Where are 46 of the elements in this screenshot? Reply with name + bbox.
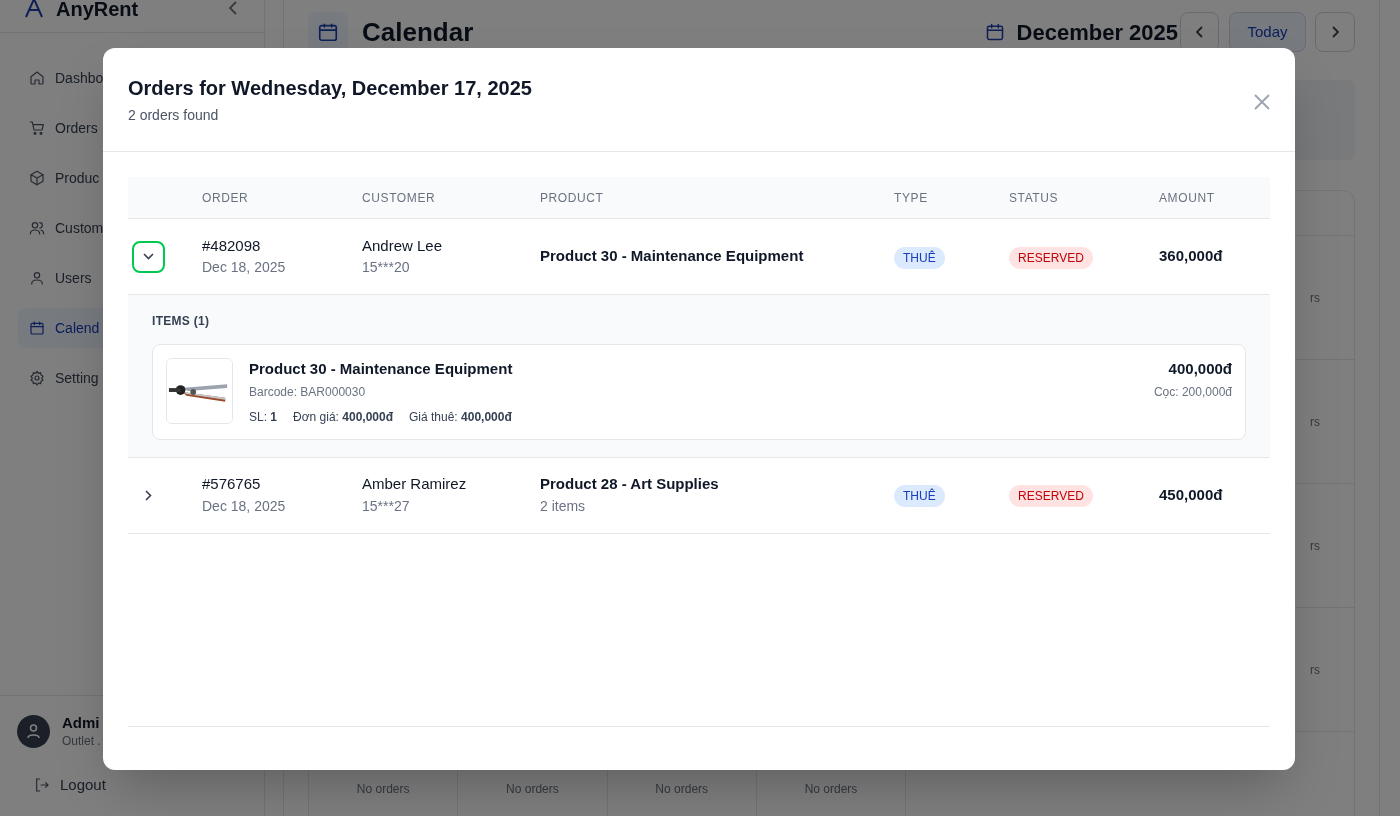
product-note: 2 items [540,496,587,516]
column-header: CUSTOMER [362,189,437,207]
item-quantity: SL: 1 [249,408,278,426]
status-badge: RESERVED [1009,485,1093,507]
empty-day-text: rs [1310,413,1320,431]
item-unit-price: Đơn giá: 400,000đ [293,408,393,426]
product-name: Product 28 - Art Supplies [540,474,720,495]
app-name: AnyRent [56,0,139,21]
item-total: 400,000đ [1168,359,1232,379]
page-title: Calendar [362,15,474,49]
type-badge: THUÊ [894,485,945,507]
type-badge: THUÊ [894,246,945,269]
customer-phone: 15***27 [362,496,411,516]
empty-day-text: No orders [655,781,709,798]
column-header: TYPE [894,189,929,207]
empty-day-text: rs [1310,289,1320,307]
item-barcode: Barcode: BAR000030 [249,383,367,401]
order-amount: 360,000đ [1159,246,1224,267]
empty-day-text: rs [1310,537,1320,555]
product-name: Product 30 - Maintenance Equipment [540,246,805,267]
dialog-subtitle: 2 orders found [128,106,220,125]
item-deposit: Cọc: 200,000đ [1153,383,1232,401]
order-number: #576765 [202,474,262,495]
customer-phone: 15***20 [362,258,411,278]
customer-name: Amber Ramirez [362,474,468,495]
status-badge: RESERVED [1009,246,1093,269]
column-header: STATUS [1009,189,1060,207]
order-number: #482098 [202,235,262,256]
order-amount: 450,000đ [1159,484,1224,505]
user-name: Admi [62,713,101,732]
dialog-title: Orders for Wednesday, December 17, 2025 [128,76,533,101]
item-name: Product 30 - Maintenance Equipment [249,359,514,379]
month-label: December 2025 [1016,18,1178,47]
empty-day-text: rs [1310,661,1320,679]
empty-day-text: No orders [506,781,559,798]
empty-day-text: No orders [356,781,410,798]
customer-name: Andrew Lee [362,235,444,256]
user-subtitle: Outlet . [62,732,101,750]
order-date: Dec 18, 2025 [202,258,287,278]
item-rent-price: Giá thuê: 400,000đ [409,408,512,426]
column-header: AMOUNT [1159,189,1216,207]
order-date: Dec 18, 2025 [202,496,287,516]
column-header: ORDER [202,189,250,207]
empty-day-text: No orders [804,781,858,798]
items-heading: ITEMS (1) [152,313,211,330]
column-header: PRODUCT [540,189,605,207]
